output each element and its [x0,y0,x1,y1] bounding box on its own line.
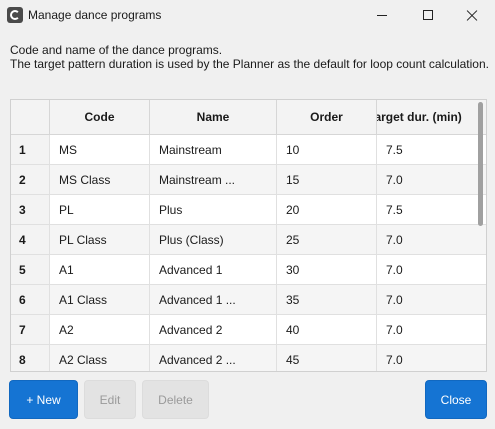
close-icon[interactable] [449,0,495,31]
cell-name[interactable]: Advanced 1 ... [150,285,277,315]
table-row[interactable]: 7 A2 Advanced 2 40 7.0 [11,315,486,345]
cell-code[interactable]: MS [50,135,150,165]
header-name[interactable]: Name [150,100,277,135]
cell-name[interactable]: Mainstream ... [150,165,277,195]
cell-name[interactable]: Plus [150,195,277,225]
cell-code[interactable]: A2 [50,315,150,345]
row-number: 4 [11,225,50,255]
cell-target[interactable]: 7.0 [377,315,486,345]
table-row[interactable]: 2 MS Class Mainstream ... 15 7.0 [11,165,486,195]
new-button[interactable]: + New [9,380,78,419]
row-number: 7 [11,315,50,345]
cell-name[interactable]: Mainstream [150,135,277,165]
table-row[interactable]: 4 PL Class Plus (Class) 25 7.0 [11,225,486,255]
table-row[interactable]: 8 A2 Class Advanced 2 ... 45 7.0 [11,345,486,371]
table-row[interactable]: 6 A1 Class Advanced 1 ... 35 7.0 [11,285,486,315]
cell-target[interactable]: 7.0 [377,345,486,371]
edit-button[interactable]: Edit [84,380,136,419]
row-number: 3 [11,195,50,225]
cell-target[interactable]: 7.0 [377,285,486,315]
header-order[interactable]: Order [277,100,377,135]
cell-order[interactable]: 35 [277,285,377,315]
cell-name[interactable]: Advanced 2 ... [150,345,277,371]
cell-order[interactable]: 10 [277,135,377,165]
window-title: Manage dance programs [28,8,162,22]
minimize-icon[interactable] [359,0,405,31]
table-row[interactable]: 5 A1 Advanced 1 30 7.0 [11,255,486,285]
title-bar: Manage dance programs [0,0,495,31]
cell-target[interactable]: 7.5 [377,135,486,165]
row-number: 1 [11,135,50,165]
description-line-1: Code and name of the dance programs. [10,43,223,57]
header-target-duration[interactable]: Target dur. (min) [377,100,486,135]
cell-target[interactable]: 7.0 [377,255,486,285]
cell-code[interactable]: A1 [50,255,150,285]
delete-button[interactable]: Delete [142,380,209,419]
cell-name[interactable]: Advanced 1 [150,255,277,285]
cell-code[interactable]: PL [50,195,150,225]
cell-code[interactable]: MS Class [50,165,150,195]
table-row[interactable]: 3 PL Plus 20 7.5 [11,195,486,225]
cell-order[interactable]: 25 [277,225,377,255]
row-number: 8 [11,345,50,371]
cell-name[interactable]: Plus (Class) [150,225,277,255]
cell-order[interactable]: 15 [277,165,377,195]
cell-order[interactable]: 40 [277,315,377,345]
cell-order[interactable]: 20 [277,195,377,225]
row-number: 6 [11,285,50,315]
cell-code[interactable]: A1 Class [50,285,150,315]
header-target-duration-label: Target dur. (min) [377,110,462,124]
maximize-icon[interactable] [405,0,451,31]
close-button[interactable]: Close [425,380,487,419]
cell-target[interactable]: 7.0 [377,225,486,255]
programs-table[interactable]: Code Name Order Target dur. (min) 1 MS M… [10,99,487,372]
description: Code and name of the dance programs. The… [10,43,490,71]
cell-order[interactable]: 30 [277,255,377,285]
description-line-2: The target pattern duration is used by t… [10,57,489,71]
scrollbar-thumb[interactable] [478,102,483,226]
cell-order[interactable]: 45 [277,345,377,371]
row-number: 5 [11,255,50,285]
cell-code[interactable]: PL Class [50,225,150,255]
cell-name[interactable]: Advanced 2 [150,315,277,345]
row-number: 2 [11,165,50,195]
vertical-scrollbar[interactable] [476,100,485,371]
table-row[interactable]: 1 MS Mainstream 10 7.5 [11,135,486,165]
header-corner [11,100,50,135]
cell-target[interactable]: 7.5 [377,195,486,225]
header-code[interactable]: Code [50,100,150,135]
cell-code[interactable]: A2 Class [50,345,150,371]
app-logo-icon [7,7,23,23]
cell-target[interactable]: 7.0 [377,165,486,195]
